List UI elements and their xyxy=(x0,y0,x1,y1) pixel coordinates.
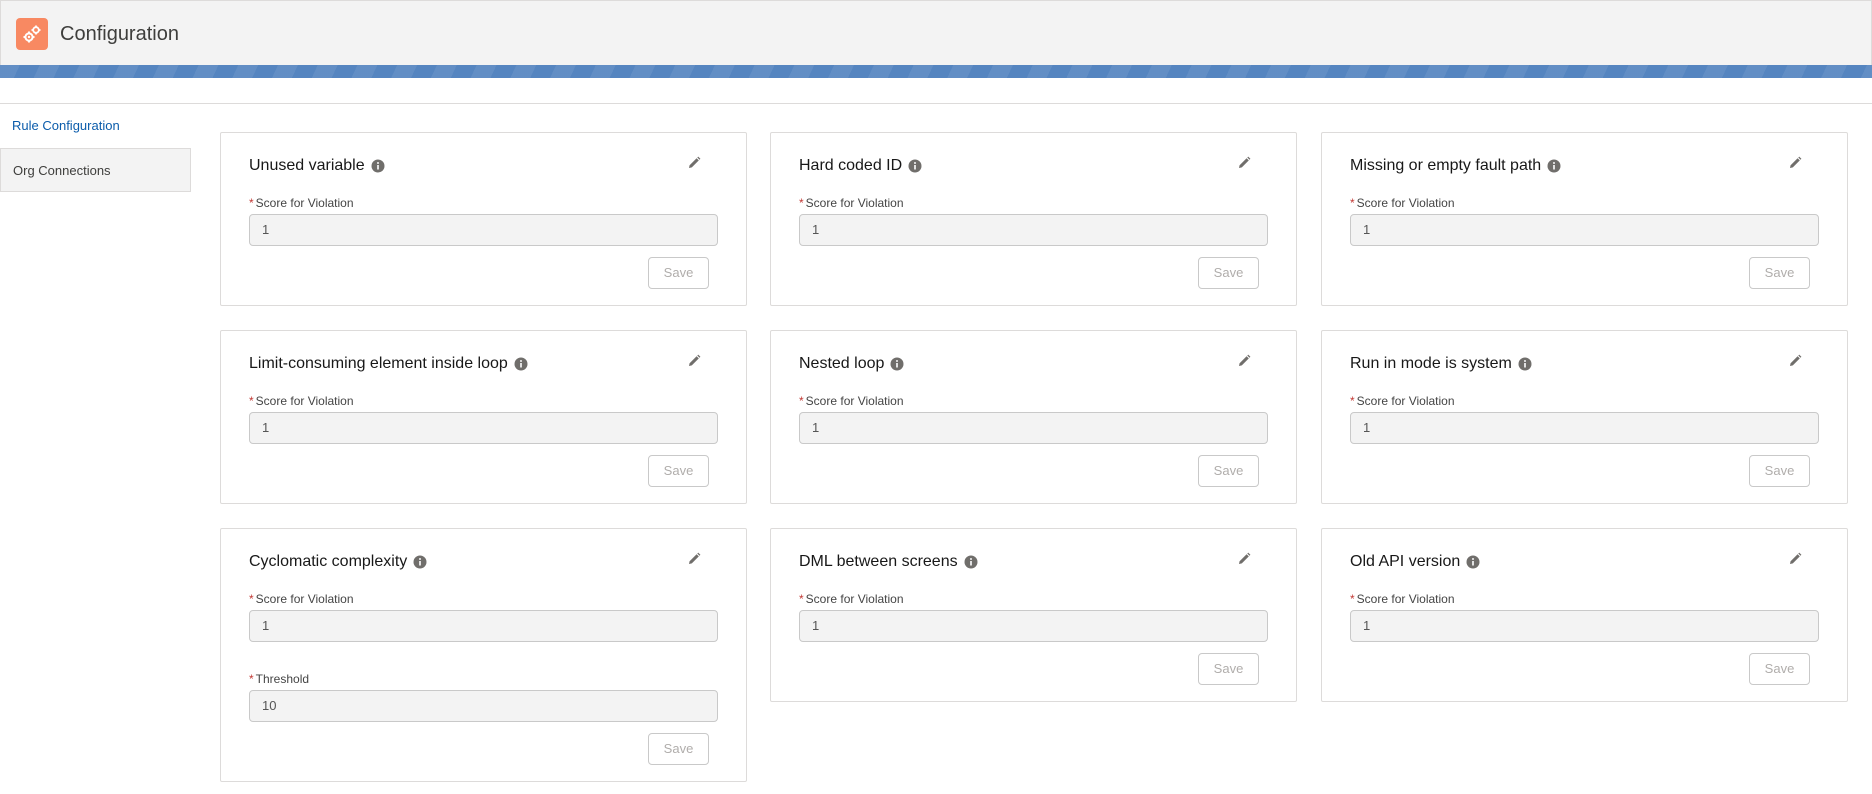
info-icon[interactable] xyxy=(1518,357,1532,371)
threshold-label: * Threshold xyxy=(249,672,310,686)
rule-card-nested-loop: Nested loop * Score for Violation 1 Save xyxy=(770,330,1297,504)
rule-card-unused-variable: Unused variable * Score for Violation 1 S… xyxy=(220,132,747,306)
edit-pencil-icon[interactable] xyxy=(684,153,704,173)
edit-pencil-icon[interactable] xyxy=(1234,549,1254,569)
score-input[interactable]: 1 xyxy=(249,610,718,642)
score-input[interactable]: 1 xyxy=(799,412,1268,444)
score-input[interactable]: 1 xyxy=(1350,412,1819,444)
score-label: * Score for Violation xyxy=(1350,196,1455,210)
rule-title: DML between screens xyxy=(799,553,978,571)
save-button[interactable]: Save xyxy=(1198,653,1259,685)
edit-pencil-icon[interactable] xyxy=(1234,351,1254,371)
save-button[interactable]: Save xyxy=(648,257,709,289)
rule-card-cyclomatic-complexity: Cyclomatic complexity * Score for Violati… xyxy=(220,528,747,782)
edit-pencil-icon[interactable] xyxy=(1785,351,1805,371)
rule-title: Hard coded ID xyxy=(799,157,922,175)
save-button[interactable]: Save xyxy=(1749,653,1810,685)
rule-title: Old API version xyxy=(1350,553,1480,571)
rule-card-missing-fault-path: Missing or empty fault path * Score for V… xyxy=(1321,132,1848,306)
score-label: * Score for Violation xyxy=(1350,592,1455,606)
edit-pencil-icon[interactable] xyxy=(684,351,704,371)
info-icon[interactable] xyxy=(413,555,427,569)
score-label: * Score for Violation xyxy=(1350,394,1455,408)
save-button[interactable]: Save xyxy=(648,733,709,765)
score-label: * Score for Violation xyxy=(249,592,354,606)
score-label: * Score for Violation xyxy=(249,196,354,210)
info-icon[interactable] xyxy=(908,159,922,173)
header-divider xyxy=(0,103,1872,104)
save-button[interactable]: Save xyxy=(1198,455,1259,487)
edit-pencil-icon[interactable] xyxy=(684,549,704,569)
edit-pencil-icon[interactable] xyxy=(1785,549,1805,569)
rule-card-hard-coded-id: Hard coded ID * Score for Violation 1 Sav… xyxy=(770,132,1297,306)
info-icon[interactable] xyxy=(371,159,385,173)
nav-item-org-connections[interactable]: Org Connections xyxy=(0,148,191,192)
rule-title: Unused variable xyxy=(249,157,385,175)
header-banner xyxy=(0,65,1872,78)
app-header: Configuration xyxy=(0,0,1872,65)
info-icon[interactable] xyxy=(890,357,904,371)
gears-icon xyxy=(16,18,48,50)
threshold-input[interactable]: 10 xyxy=(249,690,718,722)
score-input[interactable]: 1 xyxy=(249,214,718,246)
rule-title: Nested loop xyxy=(799,355,904,373)
score-label: * Score for Violation xyxy=(799,592,904,606)
edit-pencil-icon[interactable] xyxy=(1785,153,1805,173)
info-icon[interactable] xyxy=(964,555,978,569)
edit-pencil-icon[interactable] xyxy=(1234,153,1254,173)
score-input[interactable]: 1 xyxy=(799,610,1268,642)
rule-title: Cyclomatic complexity xyxy=(249,553,427,571)
rule-card-dml-between-screens: DML between screens * Score for Violation… xyxy=(770,528,1297,702)
score-label: * Score for Violation xyxy=(799,196,904,210)
rule-card-limit-consuming-element: Limit-consuming element inside loop * Sco… xyxy=(220,330,747,504)
info-icon[interactable] xyxy=(514,357,528,371)
rule-title: Limit-consuming element inside loop xyxy=(249,355,528,373)
page-title: Configuration xyxy=(60,23,179,45)
score-label: * Score for Violation xyxy=(249,394,354,408)
save-button[interactable]: Save xyxy=(1749,257,1810,289)
score-input[interactable]: 1 xyxy=(1350,610,1819,642)
score-input[interactable]: 1 xyxy=(799,214,1268,246)
save-button[interactable]: Save xyxy=(648,455,709,487)
score-input[interactable]: 1 xyxy=(249,412,718,444)
info-icon[interactable] xyxy=(1466,555,1480,569)
rule-title: Missing or empty fault path xyxy=(1350,157,1561,175)
score-input[interactable]: 1 xyxy=(1350,214,1819,246)
rule-title: Run in mode is system xyxy=(1350,355,1532,373)
score-label: * Score for Violation xyxy=(799,394,904,408)
rule-card-old-api-version: Old API version * Score for Violation 1 S… xyxy=(1321,528,1848,702)
nav-item-rule-configuration[interactable]: Rule Configuration xyxy=(0,104,191,148)
rule-card-run-in-mode-system: Run in mode is system * Score for Violati… xyxy=(1321,330,1848,504)
save-button[interactable]: Save xyxy=(1198,257,1259,289)
info-icon[interactable] xyxy=(1547,159,1561,173)
save-button[interactable]: Save xyxy=(1749,455,1810,487)
